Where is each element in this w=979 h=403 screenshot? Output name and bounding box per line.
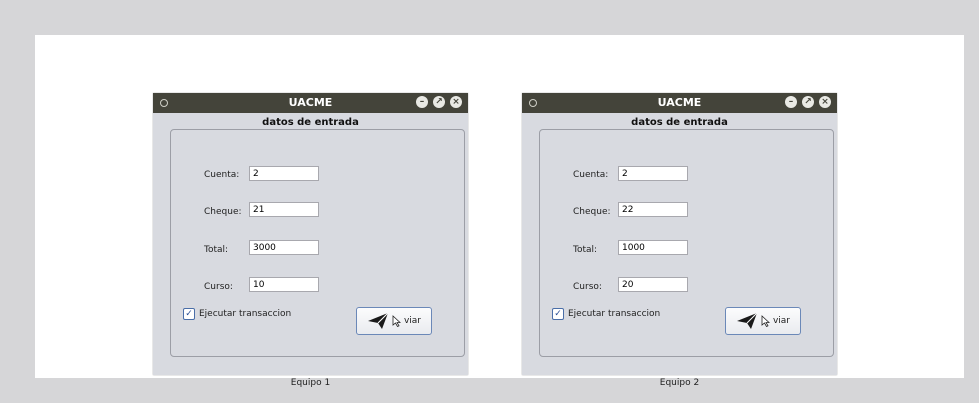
form-heading: datos de entrada xyxy=(631,117,728,128)
total-input[interactable] xyxy=(618,240,688,255)
maximize-icon[interactable]: ↗ xyxy=(433,96,445,108)
send-button[interactable]: viar xyxy=(725,307,801,335)
document-page: UACME – ↗ × datos de entrada Cuenta: Che… xyxy=(35,35,964,388)
total-label: Total: xyxy=(204,245,229,255)
cuenta-input[interactable] xyxy=(249,166,319,181)
close-icon[interactable]: × xyxy=(450,96,462,108)
cuenta-input[interactable] xyxy=(618,166,688,181)
cheque-input[interactable] xyxy=(618,202,688,217)
paper-plane-icon xyxy=(736,312,758,329)
app-window-2: UACME – ↗ × datos de entrada Cuenta: Che… xyxy=(522,93,837,375)
ejecutar-checkbox-row[interactable]: ✓ Ejecutar transaccion xyxy=(552,308,660,320)
send-button-label: viar xyxy=(772,316,791,326)
cursor-icon xyxy=(761,315,770,327)
curso-label: Curso: xyxy=(573,282,602,292)
ejecutar-checkbox[interactable]: ✓ xyxy=(552,308,564,320)
minimize-icon[interactable]: – xyxy=(785,96,797,108)
send-button[interactable]: viar xyxy=(356,307,432,335)
caption-equipo-1: Equipo 1 xyxy=(290,378,331,388)
maximize-icon[interactable]: ↗ xyxy=(802,96,814,108)
titlebar[interactable]: UACME – ↗ × xyxy=(153,93,468,113)
close-icon[interactable]: × xyxy=(819,96,831,108)
curso-input[interactable] xyxy=(618,277,688,292)
ejecutar-checkbox-row[interactable]: ✓ Ejecutar transaccion xyxy=(183,308,291,320)
curso-label: Curso: xyxy=(204,282,233,292)
form-heading: datos de entrada xyxy=(262,117,359,128)
cuenta-label: Cuenta: xyxy=(573,170,609,180)
ejecutar-checkbox[interactable]: ✓ xyxy=(183,308,195,320)
ejecutar-label: Ejecutar transaccion xyxy=(199,309,292,319)
caption-equipo-2: Equipo 2 xyxy=(659,378,700,388)
titlebar[interactable]: UACME – ↗ × xyxy=(522,93,837,113)
form-panel: Cuenta: Cheque: Total: Curso: ✓ Ejecutar… xyxy=(539,129,834,357)
send-button-label: viar xyxy=(403,316,422,326)
cheque-input[interactable] xyxy=(249,202,319,217)
cuenta-label: Cuenta: xyxy=(204,170,240,180)
minimize-icon[interactable]: – xyxy=(416,96,428,108)
app-window-1: UACME – ↗ × datos de entrada Cuenta: Che… xyxy=(153,93,468,375)
cheque-label: Cheque: xyxy=(573,207,611,217)
form-panel: Cuenta: Cheque: Total: Curso: ✓ Ejecutar… xyxy=(170,129,465,357)
ejecutar-label: Ejecutar transaccion xyxy=(568,309,661,319)
curso-input[interactable] xyxy=(249,277,319,292)
cursor-icon xyxy=(392,315,401,327)
cheque-label: Cheque: xyxy=(204,207,242,217)
paper-plane-icon xyxy=(367,312,389,329)
total-label: Total: xyxy=(573,245,598,255)
total-input[interactable] xyxy=(249,240,319,255)
